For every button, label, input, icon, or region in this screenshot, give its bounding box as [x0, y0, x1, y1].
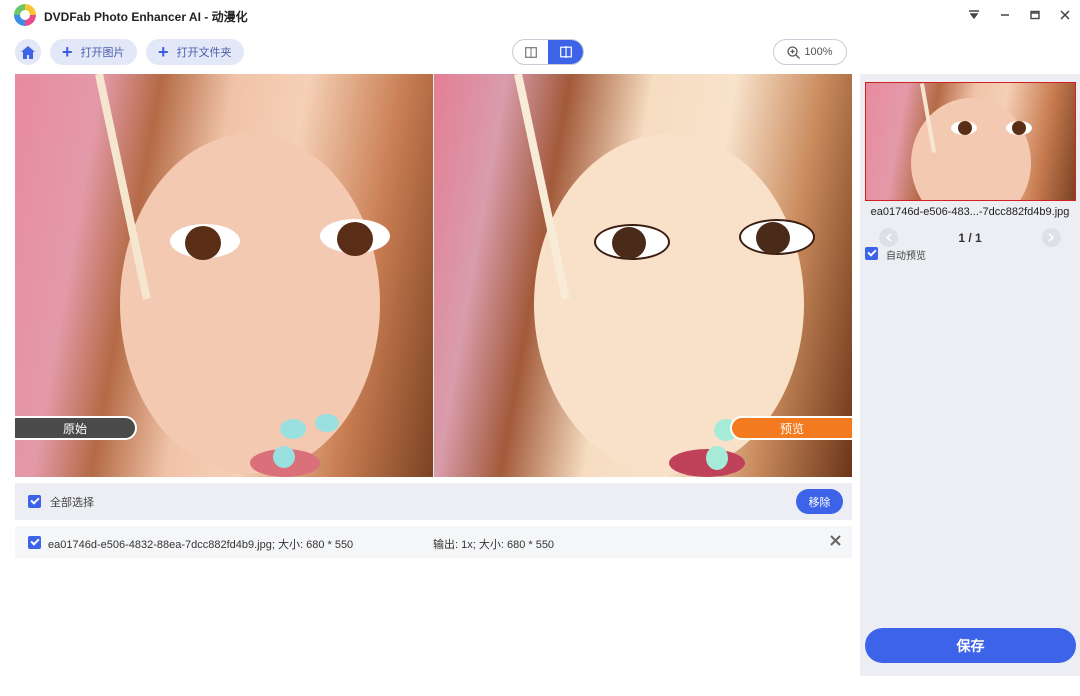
page-indicator: 1 / 1	[958, 231, 982, 245]
file-name: ea01746d-e506-4832-88ea-7dcc882fd4b9.jpg…	[48, 539, 354, 551]
original-image: 原始	[15, 74, 434, 477]
single-view-icon	[524, 46, 537, 58]
maximize-button[interactable]	[1023, 4, 1047, 26]
title-bar: DVDFab Photo Enhancer AI - 动漫化	[0, 0, 1080, 30]
select-all-checkbox[interactable]	[28, 495, 41, 508]
image-comparison-viewer[interactable]: 原始 预览	[15, 74, 852, 477]
select-all-bar: 全部选择 移除	[15, 483, 852, 520]
next-page-button[interactable]	[1042, 228, 1061, 247]
select-all-label: 全部选择	[50, 497, 94, 509]
open-folder-button[interactable]: + 打开文件夹	[146, 39, 244, 65]
save-button[interactable]: 保存	[865, 628, 1076, 663]
file-checkbox[interactable]	[28, 536, 41, 549]
preview-tag: 预览	[730, 416, 852, 440]
auto-preview-checkbox[interactable]	[865, 247, 878, 260]
plus-icon: +	[158, 42, 169, 62]
single-view-button[interactable]	[513, 40, 548, 64]
home-icon	[21, 45, 35, 59]
thumbnail-filename: ea01746d-e506-483...-7dcc882fd4b9.jpg	[870, 206, 1070, 218]
app-title: DVDFab Photo Enhancer AI - 动漫化	[44, 10, 248, 24]
dropdown-menu-icon[interactable]	[962, 4, 986, 26]
home-button[interactable]	[15, 39, 41, 65]
open-image-button[interactable]: + 打开图片	[50, 39, 137, 65]
page-navigation: 1 / 1	[879, 228, 1061, 248]
zoom-level: 100%	[804, 46, 833, 58]
open-folder-label: 打开文件夹	[176, 47, 232, 59]
file-output-info: 输出: 1x; 大小: 680 * 550	[433, 539, 555, 551]
file-list-item[interactable]: ea01746d-e506-4832-88ea-7dcc882fd4b9.jpg…	[15, 526, 852, 558]
plus-icon: +	[62, 42, 73, 62]
toolbar: + 打开图片 + 打开文件夹 100%	[0, 30, 860, 74]
original-tag: 原始	[15, 416, 137, 440]
split-view-icon	[559, 46, 572, 58]
preview-image: 预览	[434, 74, 852, 477]
close-button[interactable]	[1053, 4, 1077, 26]
app-logo-icon	[14, 4, 36, 26]
minimize-button[interactable]	[993, 4, 1017, 26]
split-view-button[interactable]	[548, 40, 583, 64]
view-mode-toggle	[512, 39, 584, 65]
zoom-icon	[787, 45, 801, 59]
chevron-right-icon	[1048, 233, 1055, 242]
auto-preview-label: 自动预览	[886, 251, 926, 262]
preview-panel: ea01746d-e506-483...-7dcc882fd4b9.jpg 1 …	[860, 74, 1080, 676]
thumbnail-image[interactable]	[865, 82, 1076, 201]
remove-button[interactable]: 移除	[796, 489, 843, 514]
remove-file-icon[interactable]	[830, 533, 841, 551]
zoom-button[interactable]: 100%	[773, 39, 847, 65]
open-image-label: 打开图片	[80, 47, 125, 59]
